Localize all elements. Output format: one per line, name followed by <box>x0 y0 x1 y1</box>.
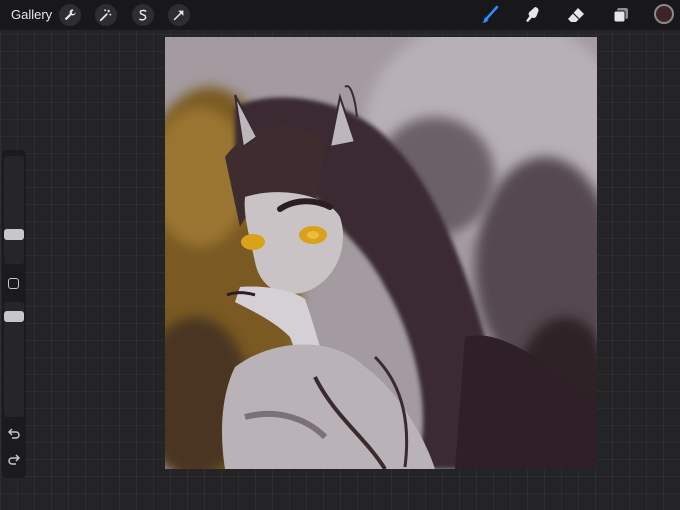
drawing-canvas[interactable] <box>165 37 597 469</box>
opacity-thumb[interactable] <box>4 311 24 322</box>
gallery-button[interactable]: Gallery <box>11 7 52 22</box>
top-toolbar: Gallery <box>0 0 680 30</box>
wrench-icon[interactable] <box>59 4 81 26</box>
modify-square-icon[interactable] <box>8 278 19 289</box>
brush-size-slider[interactable] <box>4 156 24 264</box>
brush-icon[interactable] <box>478 4 502 26</box>
brush-size-thumb[interactable] <box>4 229 24 240</box>
artwork <box>165 37 597 469</box>
selection-icon[interactable] <box>132 4 154 26</box>
redo-icon[interactable] <box>7 453 21 467</box>
layers-icon[interactable] <box>609 4 633 26</box>
left-sidebar <box>2 150 26 478</box>
magic-wand-icon[interactable] <box>95 4 117 26</box>
undo-icon[interactable] <box>7 427 21 441</box>
transform-arrow-icon[interactable] <box>168 4 190 26</box>
opacity-slider[interactable] <box>4 302 24 417</box>
color-picker-button[interactable] <box>654 4 674 24</box>
eraser-icon[interactable] <box>564 4 588 26</box>
smudge-icon[interactable] <box>520 4 544 26</box>
